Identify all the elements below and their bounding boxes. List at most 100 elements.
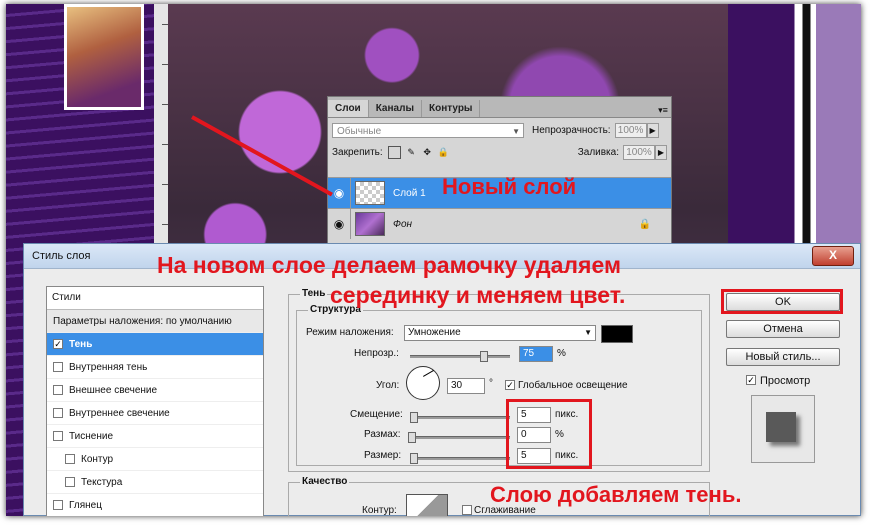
layer-name: Слой 1 — [393, 187, 426, 199]
degree-label: ° — [489, 378, 493, 389]
blend-mode-select[interactable]: Умножение ▼ — [404, 325, 596, 341]
shadow-section-title: Тень — [300, 288, 328, 299]
lock-label: Закрепить: — [332, 146, 383, 158]
slider-knob[interactable] — [480, 351, 488, 362]
contour-label: Контур: — [362, 505, 397, 516]
quality-title: Качество — [300, 476, 350, 487]
slider-knob[interactable] — [410, 453, 418, 464]
blend-mode-value: Умножение — [408, 327, 461, 338]
angle-dial[interactable] — [406, 366, 440, 400]
opacity-input[interactable]: 75 — [519, 346, 553, 362]
new-style-button[interactable]: Новый стиль... — [726, 348, 840, 366]
chevron-down-icon: ▼ — [584, 328, 592, 337]
style-item-inner-glow[interactable]: Внутреннее свечение — [47, 402, 263, 425]
shadow-color-swatch[interactable] — [601, 325, 633, 343]
opacity-field[interactable]: 100% — [614, 122, 647, 138]
slider-knob[interactable] — [410, 412, 418, 423]
checkbox-icon[interactable] — [53, 500, 63, 510]
close-button[interactable]: X — [812, 246, 854, 266]
layer-thumbnail — [355, 212, 385, 236]
preview-label: Просмотр — [760, 375, 811, 387]
style-preview — [751, 395, 815, 463]
style-item-satin[interactable]: Глянец — [47, 494, 263, 516]
style-item-texture[interactable]: Текстура — [47, 471, 263, 494]
layers-tabs: Слои Каналы Контуры ▾≡ — [328, 97, 671, 118]
annotation-shadow: Слою добавляем тень. — [490, 482, 742, 507]
checkbox-icon[interactable] — [53, 408, 63, 418]
annotation-frame-line1: На новом слое делаем рамочку удаляем — [157, 252, 621, 278]
global-light-checkbox[interactable]: ✓ — [505, 380, 515, 390]
percent-label: % — [557, 348, 566, 359]
spread-label: Размах: — [364, 429, 401, 440]
checkbox-icon[interactable] — [65, 454, 75, 464]
distance-label: Смещение: — [350, 409, 403, 420]
lock-brush-icon[interactable]: ✎ — [406, 147, 417, 158]
fill-arrow-icon[interactable]: ▶ — [655, 144, 667, 160]
style-item-label: Контур — [81, 453, 114, 465]
checkbox-checked-icon[interactable]: ✓ — [53, 339, 63, 349]
tab-layers[interactable]: Слои — [328, 100, 369, 117]
styles-header[interactable]: Стили — [47, 287, 263, 310]
style-item-outer-glow[interactable]: Внешнее свечение — [47, 379, 263, 402]
portrait-thumbnail — [64, 4, 144, 110]
opacity-arrow-icon[interactable]: ▶ — [646, 122, 659, 138]
lock-move-icon[interactable]: ✥ — [422, 147, 433, 158]
style-item-blending[interactable]: Параметры наложения: по умолчанию — [47, 310, 263, 333]
spread-slider[interactable] — [408, 432, 510, 443]
style-item-label: Параметры наложения: по умолчанию — [53, 315, 232, 327]
size-label: Размер: — [364, 450, 402, 461]
global-light-label: Глобальное освещение — [518, 380, 628, 391]
style-item-label: Внутреннее свечение — [69, 407, 170, 419]
blend-mode-label: Режим наложения: — [306, 327, 394, 338]
style-item-label: Глянец — [69, 499, 102, 511]
fill-label: Заливка: — [577, 146, 619, 158]
lock-all-icon[interactable]: 🔒 — [438, 147, 449, 158]
layer-style-dialog: Стиль слоя X Стили Параметры наложения: … — [23, 243, 861, 516]
style-item-bevel[interactable]: Тиснение — [47, 425, 263, 448]
style-item-drop-shadow[interactable]: ✓ Тень — [47, 333, 263, 356]
fill-field[interactable]: 100% — [623, 144, 655, 160]
checkbox-icon[interactable] — [53, 431, 63, 441]
styles-list: Стили Параметры наложения: по умолчанию … — [46, 286, 264, 516]
tab-channels[interactable]: Каналы — [369, 100, 422, 117]
distance-slider[interactable] — [410, 412, 510, 423]
checkbox-icon[interactable] — [53, 362, 63, 372]
layer-name: Фон — [393, 218, 413, 230]
lock-transparency-icon[interactable] — [387, 145, 401, 159]
preview-checkbox[interactable]: ✓ — [746, 375, 756, 385]
angle-label: Угол: — [376, 380, 400, 391]
layer-blend-value: Обычные — [337, 125, 382, 137]
annotation-ok-box — [721, 289, 843, 314]
opacity-slider[interactable] — [410, 351, 510, 362]
size-slider[interactable] — [410, 453, 510, 464]
style-item-label: Внешнее свечение — [69, 384, 158, 396]
style-item-inner-shadow[interactable]: Внутренняя тень — [47, 356, 263, 379]
angle-input[interactable]: 30 — [447, 378, 485, 394]
antialias-checkbox[interactable] — [462, 505, 472, 515]
contour-preview[interactable] — [406, 494, 448, 516]
lock-icon: 🔒 — [638, 218, 651, 230]
screenshot-frame: Слои Каналы Контуры ▾≡ Обычные ▼ Непрозр… — [6, 4, 861, 516]
layer-blend-select[interactable]: Обычные ▼ — [332, 122, 524, 138]
style-item-label: Тень — [69, 338, 93, 350]
annotation-highlight-box — [506, 399, 592, 469]
layers-panel: Слои Каналы Контуры ▾≡ Обычные ▼ Непрозр… — [327, 96, 672, 246]
layer-thumbnail — [355, 181, 385, 205]
blend-row: Обычные ▼ Непрозрачность: 100% ▶ — [328, 118, 671, 142]
checkbox-icon[interactable] — [53, 385, 63, 395]
lock-row: Закрепить: ✎ ✥ 🔒 Заливка: 100% ▶ — [328, 142, 671, 162]
style-item-label: Тиснение — [69, 430, 114, 442]
annotation-new-layer: Новый слой — [442, 174, 577, 199]
annotation-frame-line2: серединку и меняем цвет. — [330, 282, 626, 308]
preview-square — [766, 412, 796, 442]
tab-paths[interactable]: Контуры — [422, 100, 481, 117]
vertical-ruler — [154, 4, 169, 254]
layer-row-background[interactable]: ◉ Фон 🔒 — [328, 208, 671, 239]
style-item-contour[interactable]: Контур — [47, 448, 263, 471]
chevron-down-icon: ▼ — [512, 126, 520, 136]
eye-icon[interactable]: ◉ — [328, 209, 351, 239]
panel-menu-icon[interactable]: ▾≡ — [655, 103, 671, 117]
slider-knob[interactable] — [408, 432, 416, 443]
cancel-button[interactable]: Отмена — [726, 320, 840, 338]
checkbox-icon[interactable] — [65, 477, 75, 487]
